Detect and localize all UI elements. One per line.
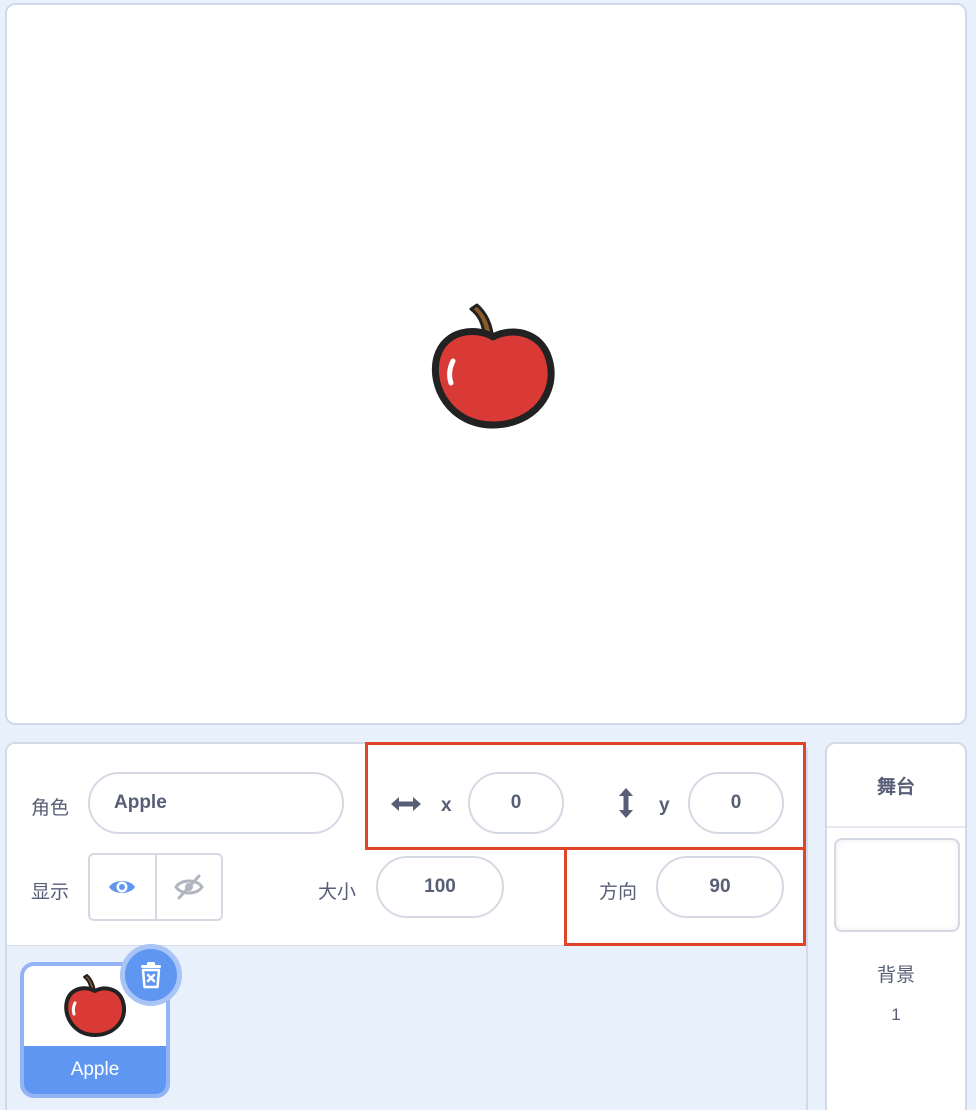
direction-value: 90 [709, 876, 731, 897]
horizontal-arrows-icon [391, 797, 421, 811]
apple-icon [64, 974, 127, 1037]
stage-panel: 舞台 背景 1 [825, 742, 967, 1110]
y-input[interactable]: 0 [688, 772, 784, 834]
delete-sprite-button[interactable] [120, 944, 182, 1006]
x-input[interactable]: 0 [468, 772, 564, 834]
trash-icon [141, 962, 161, 989]
y-label: y [659, 795, 670, 816]
show-label: 显示 [31, 882, 70, 903]
stage-thumbnail[interactable] [834, 838, 960, 932]
sprite-properties: 角色 Apple x 0 y 0 显示 大小 100 方向 90 [7, 744, 806, 946]
size-input[interactable]: 100 [376, 856, 504, 918]
backdrops-label: 背景 [876, 965, 915, 986]
direction-input[interactable]: 90 [656, 856, 784, 918]
x-value: 0 [510, 792, 522, 813]
sprite-tile-label: Apple [24, 1046, 166, 1094]
apple-icon[interactable] [423, 301, 563, 441]
eye-slash-icon [173, 874, 204, 900]
show-hidden-button[interactable] [154, 855, 221, 919]
sprite-name-value: Apple [114, 792, 167, 813]
sprite-info-panel: 角色 Apple x 0 y 0 显示 大小 100 方向 90 Apple [5, 742, 808, 1110]
visibility-toggle [88, 853, 223, 921]
vertical-arrows-icon [619, 788, 633, 818]
stage-panel-title: 舞台 [827, 744, 965, 828]
sprite-name-input[interactable]: Apple [88, 772, 344, 834]
show-visible-button[interactable] [90, 855, 155, 919]
y-value: 0 [730, 792, 742, 813]
backdrops-count: 1 [891, 1005, 901, 1024]
stage-canvas[interactable] [5, 3, 967, 725]
size-value: 100 [424, 876, 456, 897]
direction-label: 方向 [599, 882, 638, 903]
sprite-label: 角色 [31, 798, 70, 819]
eye-icon [109, 881, 136, 893]
size-label: 大小 [318, 882, 357, 903]
x-label: x [441, 795, 452, 816]
